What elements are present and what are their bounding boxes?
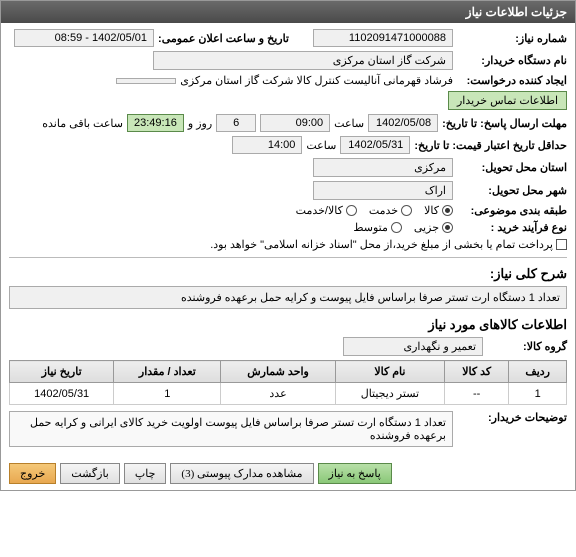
validity-label: حداقل تاریخ اعتبار قیمت: تا تاریخ: (414, 139, 567, 152)
radio-service[interactable]: خدمت (369, 204, 412, 217)
print-button[interactable]: چاپ (124, 463, 167, 484)
th-name: نام کالا (335, 361, 444, 383)
creator-extra (116, 78, 176, 84)
radio-goods[interactable]: کالا (424, 204, 453, 217)
day-label: روز و (188, 117, 212, 130)
deadline-label: مهلت ارسال پاسخ: تا تاریخ: (442, 117, 567, 130)
exit-button[interactable]: خروج (9, 463, 56, 484)
need-no-label: شماره نیاز: (457, 32, 567, 45)
contact-button[interactable]: اطلاعات تماس خریدار (448, 91, 567, 110)
radio-both[interactable]: کالا/خدمت (296, 204, 357, 217)
subject-value: تعداد 1 دستگاه ارت تستر صرفا براساس فایل… (9, 286, 567, 309)
back-button[interactable]: بازگشت (60, 463, 120, 484)
validity-time: 14:00 (232, 136, 302, 154)
attachments-button[interactable]: مشاهده مدارک پیوستی (3) (170, 463, 313, 484)
th-idx: ردیف (509, 361, 567, 383)
time-label-1: ساعت (334, 117, 364, 130)
creator-label: ایجاد کننده درخواست: (457, 74, 567, 87)
announce-value: 1402/05/01 - 08:59 (14, 29, 154, 47)
deadline-time: 09:00 (260, 114, 330, 132)
details-panel: جزئیات اطلاعات نیاز شماره نیاز: 11020914… (0, 0, 576, 491)
divider (9, 257, 567, 258)
category-label: طبقه بندی موضوعی: (457, 204, 567, 217)
org-label: نام دستگاه خریدار: (457, 54, 567, 67)
announce-label: تاریخ و ساعت اعلان عمومی: (158, 32, 289, 45)
subject-label: شرح کلی نیاز: (9, 266, 567, 282)
days-value: 6 (216, 114, 256, 132)
city-label: شهر محل تحویل: (457, 184, 567, 197)
process-label: نوع فرآیند خرید : (457, 221, 567, 234)
province-value: مرکزی (313, 158, 453, 177)
remaining-label: ساعت باقی مانده (42, 117, 123, 130)
city-value: اراک (313, 181, 453, 200)
validity-date: 1402/05/31 (340, 136, 410, 154)
panel-title: جزئیات اطلاعات نیاز (1, 1, 575, 23)
time-label-2: ساعت (306, 139, 336, 152)
items-table: ردیف کد کالا نام کالا واحد شمارش تعداد /… (9, 360, 567, 405)
org-value: شرکت گاز استان مرکزی (153, 51, 453, 70)
reply-button[interactable]: پاسخ به نیاز (318, 463, 392, 484)
th-qty: تعداد / مقدار (114, 361, 221, 383)
creator-value: فرشاد قهرمانی آنالیست کنترل کالا شرکت گا… (180, 74, 453, 87)
need-no-value: 1102091471000088 (313, 29, 453, 47)
th-unit: واحد شمارش (221, 361, 335, 383)
deadline-date: 1402/05/08 (368, 114, 438, 132)
th-date: تاریخ نیاز (10, 361, 114, 383)
payment-check[interactable]: پرداخت تمام یا بخشی از مبلغ خرید،از محل … (210, 238, 567, 251)
category-radio-group: کالا خدمت کالا/خدمت (296, 204, 453, 217)
province-label: استان محل تحویل: (457, 161, 567, 174)
footer-buttons: پاسخ به نیاز مشاهده مدارک پیوستی (3) چاپ… (1, 457, 575, 490)
process-radio-group: جزیی متوسط (353, 221, 453, 234)
group-value: تعمیر و نگهداری (343, 337, 483, 356)
buyer-desc-label: توضیحات خریدار: (457, 411, 567, 424)
th-code: کد کالا (445, 361, 509, 383)
radio-partial[interactable]: جزیی (414, 221, 453, 234)
buyer-desc-value: تعداد 1 دستگاه ارت تستر صرفا براساس فایل… (9, 411, 453, 447)
items-title: اطلاعات کالاهای مورد نیاز (9, 317, 567, 333)
remaining-time: 23:49:16 (127, 114, 184, 132)
group-label: گروه کالا: (487, 340, 567, 353)
table-row[interactable]: 1 -- تستر دیجیتال عدد 1 1402/05/31 (10, 383, 567, 405)
radio-medium[interactable]: متوسط (353, 221, 402, 234)
